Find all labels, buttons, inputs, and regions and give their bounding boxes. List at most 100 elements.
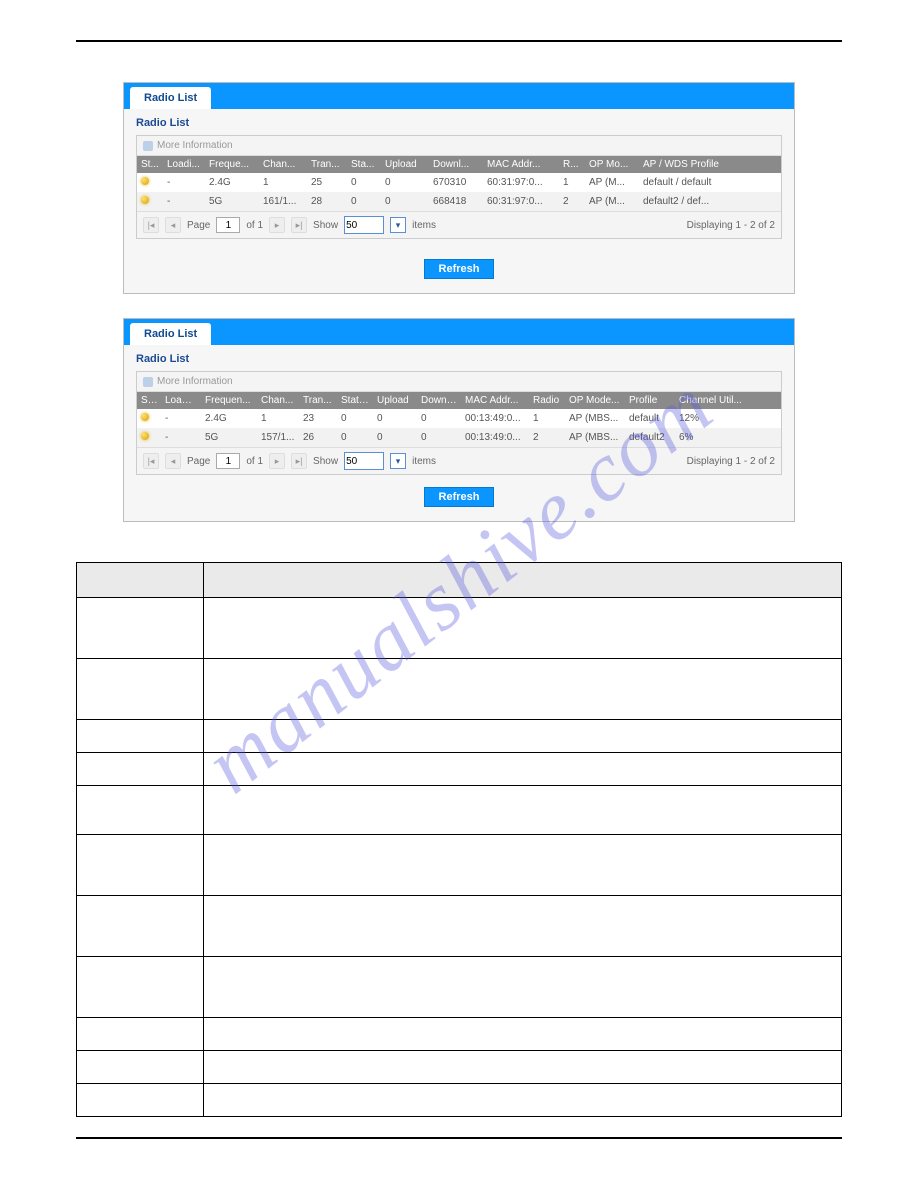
col-mac[interactable]: MAC Addr... xyxy=(483,156,559,173)
col-upload[interactable]: Upload xyxy=(373,392,417,409)
first-page-icon[interactable]: |◂ xyxy=(143,453,159,469)
info-icon xyxy=(143,141,153,151)
show-label: Show xyxy=(313,456,338,467)
col-frequency[interactable]: Freque... xyxy=(205,156,259,173)
cell: 0 xyxy=(337,428,373,447)
refresh-button[interactable]: Refresh xyxy=(424,487,495,507)
last-page-icon[interactable]: ▸| xyxy=(291,217,307,233)
more-info-label: More Information xyxy=(157,376,233,387)
col-profile[interactable]: AP / WDS Profile xyxy=(639,156,781,173)
cell: 26 xyxy=(299,428,337,447)
chevron-down-icon[interactable]: ▾ xyxy=(390,453,406,469)
cell: 2 xyxy=(559,192,585,211)
refresh-button[interactable]: Refresh xyxy=(424,259,495,279)
table-row[interactable]: - 5G 157/1... 26 0 0 0 00:13:49:0... 2 A… xyxy=(137,428,781,447)
desc-row xyxy=(77,786,842,835)
cell: 0 xyxy=(337,409,373,428)
cell: AP (MBS... xyxy=(565,409,625,428)
col-channel-util[interactable]: Channel Util... xyxy=(675,392,781,409)
table-row[interactable]: - 5G 161/1... 28 0 0 668418 60:31:97:0..… xyxy=(137,192,781,211)
table-header-row: St... Loadi... Freque... Chan... Tran...… xyxy=(137,156,781,173)
desc-row xyxy=(77,753,842,786)
cell: 0 xyxy=(417,428,461,447)
cell: 12% xyxy=(675,409,781,428)
prev-page-icon[interactable]: ◂ xyxy=(165,217,181,233)
bulb-icon xyxy=(141,413,149,421)
cell: 25 xyxy=(307,173,347,192)
cell: 2 xyxy=(529,428,565,447)
first-page-icon[interactable]: |◂ xyxy=(143,217,159,233)
page-size-input[interactable] xyxy=(344,216,384,234)
cell: default2 xyxy=(625,428,675,447)
table-header-row: St... Loadi... Frequen... Chan... Tran..… xyxy=(137,392,781,409)
cell: 0 xyxy=(373,409,417,428)
cell: 0 xyxy=(417,409,461,428)
cell: 60:31:97:0... xyxy=(483,192,559,211)
col-station[interactable]: Sta... xyxy=(347,156,381,173)
tab-radio-list[interactable]: Radio List xyxy=(130,323,211,345)
table-row[interactable]: - 2.4G 1 25 0 0 670310 60:31:97:0... 1 A… xyxy=(137,173,781,192)
table-row[interactable]: - 2.4G 1 23 0 0 0 00:13:49:0... 1 AP (MB… xyxy=(137,409,781,428)
col-channel[interactable]: Chan... xyxy=(259,156,307,173)
info-icon xyxy=(143,377,153,387)
col-transmit[interactable]: Tran... xyxy=(307,156,347,173)
show-label: Show xyxy=(313,220,338,231)
desc-col-label xyxy=(77,563,204,598)
col-loading[interactable]: Loadi... xyxy=(163,156,205,173)
cell: - xyxy=(161,428,201,447)
next-page-icon[interactable]: ▸ xyxy=(269,217,285,233)
prev-page-icon[interactable]: ◂ xyxy=(165,453,181,469)
desc-row xyxy=(77,659,842,720)
col-mac[interactable]: MAC Addr... xyxy=(461,392,529,409)
desc-row xyxy=(77,957,842,1018)
desc-row xyxy=(77,1051,842,1084)
next-page-icon[interactable]: ▸ xyxy=(269,453,285,469)
col-radio[interactable]: R... xyxy=(559,156,585,173)
desc-row xyxy=(77,1084,842,1117)
more-info-label: More Information xyxy=(157,140,233,151)
col-transmit[interactable]: Tran... xyxy=(299,392,337,409)
desc-row xyxy=(77,1018,842,1051)
col-loading[interactable]: Loadi... xyxy=(161,392,201,409)
col-upload[interactable]: Upload xyxy=(381,156,429,173)
col-opmode[interactable]: OP Mo... xyxy=(585,156,639,173)
cell: 157/1... xyxy=(257,428,299,447)
page-input[interactable] xyxy=(216,217,240,233)
page-size-input[interactable] xyxy=(344,452,384,470)
page-input[interactable] xyxy=(216,453,240,469)
chevron-down-icon[interactable]: ▾ xyxy=(390,217,406,233)
col-station[interactable]: Stati... xyxy=(337,392,373,409)
tab-radio-list[interactable]: Radio List xyxy=(130,87,211,109)
bulb-icon xyxy=(141,432,149,440)
radio-table: St... Loadi... Freque... Chan... Tran...… xyxy=(137,156,781,211)
col-status[interactable]: St... xyxy=(137,392,161,409)
cell: 00:13:49:0... xyxy=(461,428,529,447)
radio-list-panel-2: Radio List Radio List More Information xyxy=(123,318,795,522)
more-information-button[interactable]: More Information xyxy=(137,372,781,392)
col-download[interactable]: Downl... xyxy=(429,156,483,173)
col-status[interactable]: St... xyxy=(137,156,163,173)
last-page-icon[interactable]: ▸| xyxy=(291,453,307,469)
cell: 5G xyxy=(201,428,257,447)
tab-bar: Radio List xyxy=(124,319,794,345)
page-bottom-rule xyxy=(76,1137,842,1139)
col-radio[interactable]: Radio xyxy=(529,392,565,409)
radio-list-subpanel: More Information St... Loadi... Freque..… xyxy=(136,135,782,239)
cell: 2.4G xyxy=(201,409,257,428)
cell: 0 xyxy=(381,192,429,211)
radio-list-panel-1: Radio List Radio List More Information xyxy=(123,82,795,294)
col-frequency[interactable]: Frequen... xyxy=(201,392,257,409)
panel-title: Radio List xyxy=(136,117,782,129)
desc-col-description xyxy=(204,563,842,598)
page-label: Page xyxy=(187,456,210,467)
more-information-button[interactable]: More Information xyxy=(137,136,781,156)
col-channel[interactable]: Chan... xyxy=(257,392,299,409)
cell: 23 xyxy=(299,409,337,428)
col-download[interactable]: Downl... xyxy=(417,392,461,409)
cell: AP (M... xyxy=(585,192,639,211)
col-profile[interactable]: Profile xyxy=(625,392,675,409)
display-count: Displaying 1 - 2 of 2 xyxy=(687,456,775,467)
desc-row xyxy=(77,720,842,753)
col-opmode[interactable]: OP Mode... xyxy=(565,392,625,409)
cell: default / default xyxy=(639,173,781,192)
